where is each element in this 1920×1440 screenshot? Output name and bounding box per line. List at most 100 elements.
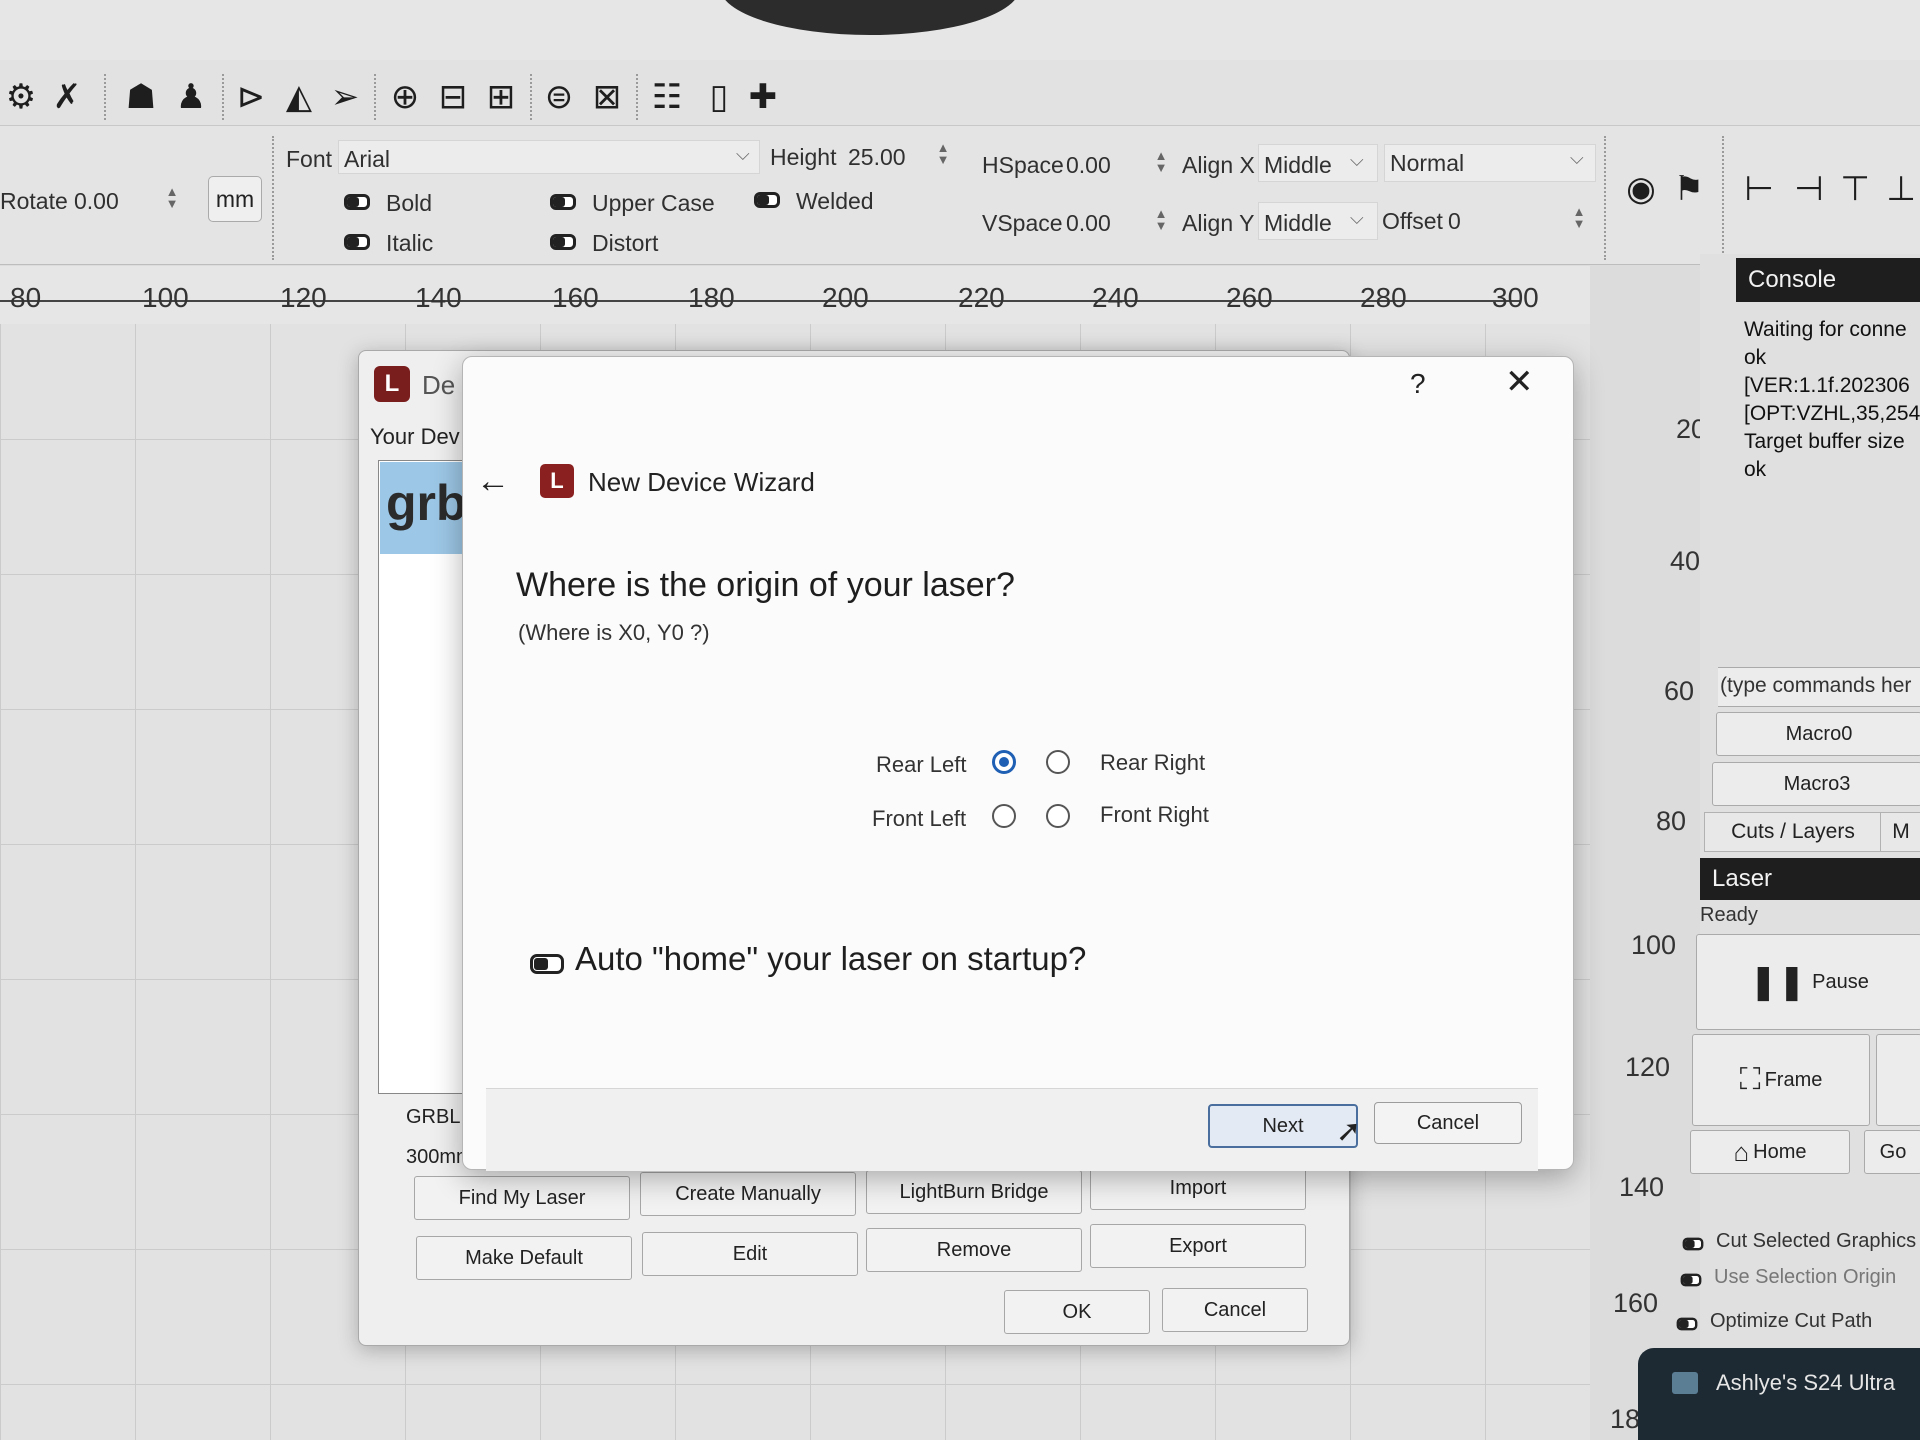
users-icon[interactable]: ☗: [122, 77, 160, 117]
distort-checkbox[interactable]: [550, 234, 576, 250]
align-bottom-icon[interactable]: ⊥: [1882, 169, 1920, 209]
macro3-button[interactable]: Macro3: [1712, 762, 1920, 806]
offset-spinner[interactable]: ▲ ▼: [1572, 205, 1586, 230]
edit-button[interactable]: Edit: [642, 1232, 858, 1276]
camera-icon[interactable]: ◉: [1622, 169, 1660, 209]
offset-label: Offset: [1382, 208, 1443, 234]
upper-case-checkbox[interactable]: [550, 194, 576, 210]
vspace-value[interactable]: 0.00: [1066, 210, 1111, 237]
ruler-label: 160: [552, 282, 599, 313]
distribute-icon[interactable]: ⊞: [482, 77, 520, 117]
phone-icon: [1672, 1372, 1698, 1394]
tab-cuts-layers[interactable]: Cuts / Layers: [1704, 812, 1882, 852]
align-y-label: Align Y: [1182, 210, 1255, 236]
ruler-label: 300: [1492, 282, 1539, 313]
ruler-label: 100: [1630, 930, 1676, 960]
offset-value[interactable]: 0: [1448, 208, 1461, 235]
hspace-value[interactable]: 0.00: [1066, 152, 1111, 179]
vspace-spinner[interactable]: ▲ ▼: [1154, 207, 1168, 232]
rear-left-radio[interactable]: [992, 750, 1016, 774]
bold-label: Bold: [386, 190, 433, 216]
rotate-spinner[interactable]: ▲ ▼: [165, 185, 179, 210]
use-selection-origin-checkbox[interactable]: [1680, 1273, 1702, 1287]
wizard-cancel-button[interactable]: Cancel: [1374, 1102, 1522, 1144]
devices-cancel-button[interactable]: Cancel: [1162, 1288, 1308, 1332]
lightburn-logo-icon: L: [540, 464, 574, 498]
find-my-laser-button[interactable]: Find My Laser: [414, 1176, 630, 1220]
help-icon[interactable]: ?: [1410, 368, 1426, 400]
align-left-icon[interactable]: ⊢: [1740, 169, 1778, 209]
ruler-baseline: [0, 300, 1520, 302]
grid-icon[interactable]: ⊠: [588, 77, 626, 117]
rear-right-radio[interactable]: [1046, 750, 1070, 774]
ruler-label: 120: [1624, 1052, 1670, 1082]
devices-ok-button[interactable]: OK: [1004, 1290, 1150, 1334]
remove-button[interactable]: Remove: [866, 1228, 1082, 1272]
crosshair-icon[interactable]: ✚: [744, 77, 782, 117]
group-icon[interactable]: ⊜: [540, 77, 578, 117]
close-icon[interactable]: ✕: [1505, 362, 1534, 402]
import-button[interactable]: Import: [1090, 1166, 1306, 1210]
align-top-icon[interactable]: ⊤: [1836, 169, 1874, 209]
welded-checkbox[interactable]: [754, 192, 780, 208]
toolbar-separator: [1604, 136, 1608, 260]
auto-home-checkbox[interactable]: [530, 954, 564, 974]
target-icon[interactable]: ⊕: [386, 77, 424, 117]
frame-button[interactable]: ⛶ Frame: [1692, 1034, 1870, 1126]
ruler-label: 18: [1609, 1404, 1640, 1434]
pause-icon: ❚❚: [1749, 963, 1807, 1001]
height-label: Height: [770, 144, 837, 170]
rotate-value[interactable]: 0.00: [74, 188, 119, 215]
tab-more[interactable]: M: [1880, 812, 1920, 852]
unit-toggle-button[interactable]: mm: [208, 176, 262, 222]
horizontal-ruler: [0, 266, 1590, 324]
height-spinner[interactable]: ▲ ▼: [936, 141, 950, 166]
distort-label: Distort: [592, 230, 659, 256]
hspace-spinner[interactable]: ▲ ▼: [1154, 149, 1168, 174]
toolbar-separator: [374, 74, 378, 120]
home-button[interactable]: ⌂ Home: [1690, 1130, 1850, 1174]
height-value[interactable]: 25.00: [848, 144, 906, 171]
macro0-button[interactable]: Macro0: [1716, 712, 1920, 756]
go-button[interactable]: Go: [1864, 1130, 1920, 1174]
upper-case-label: Upper Case: [592, 190, 715, 216]
box-icon[interactable]: ▯: [700, 77, 738, 117]
back-arrow-icon[interactable]: ←: [476, 462, 510, 501]
front-left-radio[interactable]: [992, 804, 1016, 828]
hspace-label: HSpace: [982, 152, 1064, 178]
optimize-cut-path-checkbox[interactable]: [1676, 1317, 1698, 1331]
welded-label: Welded: [796, 188, 874, 214]
make-default-button[interactable]: Make Default: [416, 1236, 632, 1280]
rear-left-label: Rear Left: [876, 752, 967, 777]
lightburn-bridge-button[interactable]: LightBurn Bridge: [866, 1170, 1082, 1214]
ruler-label: 280: [1360, 282, 1407, 313]
italic-checkbox[interactable]: [344, 234, 370, 250]
export-button[interactable]: Export: [1090, 1224, 1306, 1268]
ruler-label: 80: [1655, 806, 1686, 836]
flip-icon[interactable]: ◭: [280, 77, 318, 117]
gear-icon[interactable]: ⚙: [2, 77, 40, 117]
chevron-down-icon: ⌵: [1350, 150, 1364, 170]
paper-plane-icon[interactable]: ➢: [326, 77, 364, 117]
wrench-icon[interactable]: ✗: [48, 77, 86, 117]
more-laser-button[interactable]: [1876, 1034, 1920, 1126]
font-select[interactable]: [338, 140, 760, 174]
toolbar-separator: [272, 136, 276, 260]
ruler-label: 40: [1669, 546, 1700, 576]
home-label: Home: [1753, 1140, 1807, 1163]
front-right-radio[interactable]: [1046, 804, 1070, 828]
bold-checkbox[interactable]: [344, 194, 370, 210]
mirror-icon[interactable]: ⊳: [232, 77, 270, 117]
cut-selected-checkbox[interactable]: [1682, 1237, 1704, 1251]
array-icon[interactable]: ☷: [648, 77, 686, 117]
laser-icon[interactable]: ⚑: [1670, 169, 1708, 209]
notification-text: Ashlye's S24 Ultra: [1716, 1370, 1896, 1395]
align-icon[interactable]: ⊟: [434, 77, 472, 117]
pause-button[interactable]: ❚❚ Pause: [1696, 934, 1920, 1030]
ruler-label: 140: [1618, 1172, 1664, 1202]
console-command-input[interactable]: (type commands her: [1718, 667, 1920, 707]
create-manually-button[interactable]: Create Manually: [640, 1172, 856, 1216]
font-value: Arial: [344, 146, 391, 172]
user-icon[interactable]: ♟: [172, 77, 210, 117]
align-right-icon[interactable]: ⊣: [1790, 169, 1828, 209]
